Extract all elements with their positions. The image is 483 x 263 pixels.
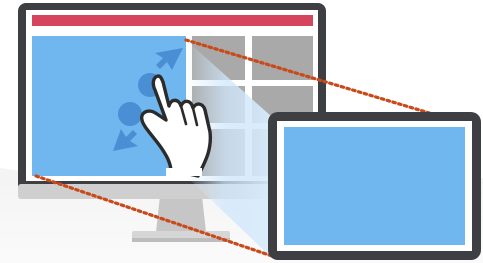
- monitor-stand-neck: [156, 196, 206, 232]
- tablet-icon: [268, 112, 481, 260]
- header-bar: [32, 15, 313, 26]
- illustration: [0, 3, 483, 263]
- tablet-screen: [284, 127, 465, 245]
- grid-tile: [252, 36, 313, 80]
